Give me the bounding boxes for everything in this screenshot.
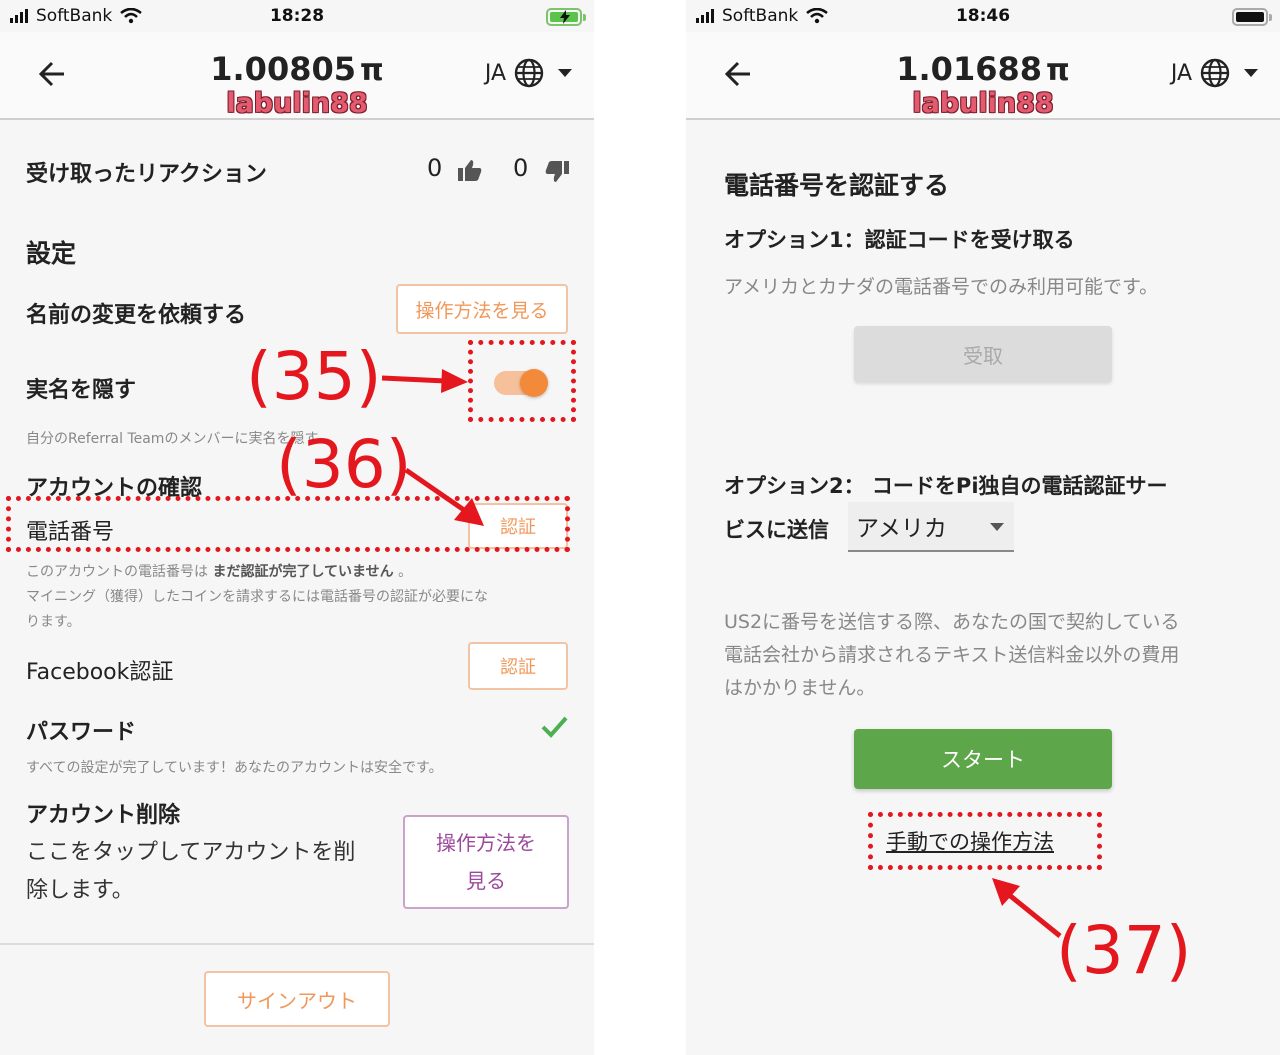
- globe-icon: [514, 58, 544, 88]
- thumbs-down-icon: [545, 161, 569, 182]
- left-screen: SoftBank 18:28 1.00805 π labulin88 JA 受け取…: [0, 0, 594, 1055]
- annotation-label-35: (35): [246, 338, 382, 415]
- globe-icon: [1200, 58, 1230, 88]
- settings-title: 設定: [26, 239, 77, 268]
- top-bar: 1.01688 π labulin88 JA: [686, 32, 1280, 120]
- divider: [0, 943, 594, 945]
- signout-button[interactable]: サインアウト: [204, 971, 390, 1027]
- start-button[interactable]: スタート: [854, 729, 1112, 789]
- right-screen: SoftBank 18:46 1.01688 π labulin88 JA 電話番…: [686, 0, 1280, 1055]
- username-watermark: labulin88: [912, 88, 1054, 119]
- status-time: 18:46: [955, 6, 1011, 26]
- delete-account-line1: ここをタップしてアカウントを削: [26, 840, 356, 865]
- country-select[interactable]: アメリカ: [848, 502, 1014, 552]
- language-code: JA: [1170, 60, 1192, 86]
- option1-description: アメリカとカナダの電話番号でのみ利用可能です。: [724, 276, 1159, 298]
- dislikes-count: 0: [513, 154, 529, 182]
- annotation-box-35: [468, 340, 576, 422]
- chevron-down-icon: [558, 69, 572, 77]
- language-code: JA: [484, 60, 506, 86]
- phone-desc-line2: マイニング（獲得）したコインを請求するには電話番号の認証が必要にな: [26, 589, 488, 605]
- reactions-label: 受け取ったリアクション: [26, 162, 267, 187]
- option2-title-line2: ビスに送信: [724, 518, 829, 542]
- delete-account-title: アカウント削除: [26, 803, 181, 828]
- delete-howto-button[interactable]: 操作方法を 見る: [403, 815, 569, 909]
- chevron-down-icon: [990, 523, 1004, 531]
- annotation-arrow-37: [992, 878, 1062, 938]
- top-bar: 1.00805 π labulin88 JA: [0, 32, 594, 120]
- rename-label: 名前の変更を依頼する: [26, 303, 247, 328]
- password-label: パスワード: [26, 720, 137, 745]
- checkmark-icon: [541, 716, 568, 738]
- language-selector[interactable]: JA: [485, 58, 572, 88]
- chevron-down-icon: [1244, 69, 1258, 77]
- annotation-arrow-35: [381, 369, 468, 393]
- username-watermark: labulin88: [226, 88, 368, 119]
- annotation-label-37: (37): [1056, 912, 1192, 989]
- hide-name-description: 自分のReferral Teamのメンバーに実名を隠す: [26, 431, 319, 447]
- receive-code-button[interactable]: 受取: [854, 326, 1112, 382]
- delete-account-line2: 除します。: [26, 878, 134, 903]
- battery-icon: [1232, 8, 1272, 26]
- status-bar: SoftBank 18:28: [0, 0, 594, 32]
- status-bar: SoftBank 18:46: [686, 0, 1280, 32]
- pi-symbol: π: [360, 53, 384, 88]
- fee-notice: US2に番号を送信する際、あなたの国で契約している 電話会社から請求されるテキス…: [724, 611, 1180, 699]
- language-selector[interactable]: JA: [1171, 58, 1258, 88]
- rename-howto-button[interactable]: 操作方法を見る: [396, 284, 568, 334]
- option2-title: オプション2： コードをPi独自の電話認証サー: [724, 474, 1168, 498]
- likes-count: 0: [427, 154, 443, 182]
- phone-desc-line3: ります。: [26, 614, 81, 630]
- country-selected: アメリカ: [856, 516, 947, 542]
- hide-name-label: 実名を隠す: [26, 378, 137, 403]
- verify-phone-title: 電話番号を認証する: [724, 171, 950, 200]
- thumbs-up-icon: [458, 160, 482, 181]
- facebook-verify-button[interactable]: 認証: [468, 642, 568, 690]
- phone-status-text: このアカウントの電話番号は まだ認証が完了していません 。: [26, 564, 413, 580]
- annotation-arrow-36: [404, 467, 484, 526]
- pi-symbol: π: [1046, 53, 1070, 88]
- facebook-label: Facebook認証: [26, 660, 174, 685]
- battery-charging-icon: [546, 8, 586, 26]
- status-time: 18:28: [269, 6, 325, 26]
- password-description: すべての設定が完了しています！あなたのアカウントは安全です。: [26, 760, 443, 776]
- annotation-label-36: (36): [276, 426, 412, 503]
- phone-status-bold: まだ認証が完了していません: [212, 564, 394, 580]
- option1-title: オプション1：認証コードを受け取る: [724, 228, 1075, 252]
- annotation-box-37: [868, 812, 1102, 870]
